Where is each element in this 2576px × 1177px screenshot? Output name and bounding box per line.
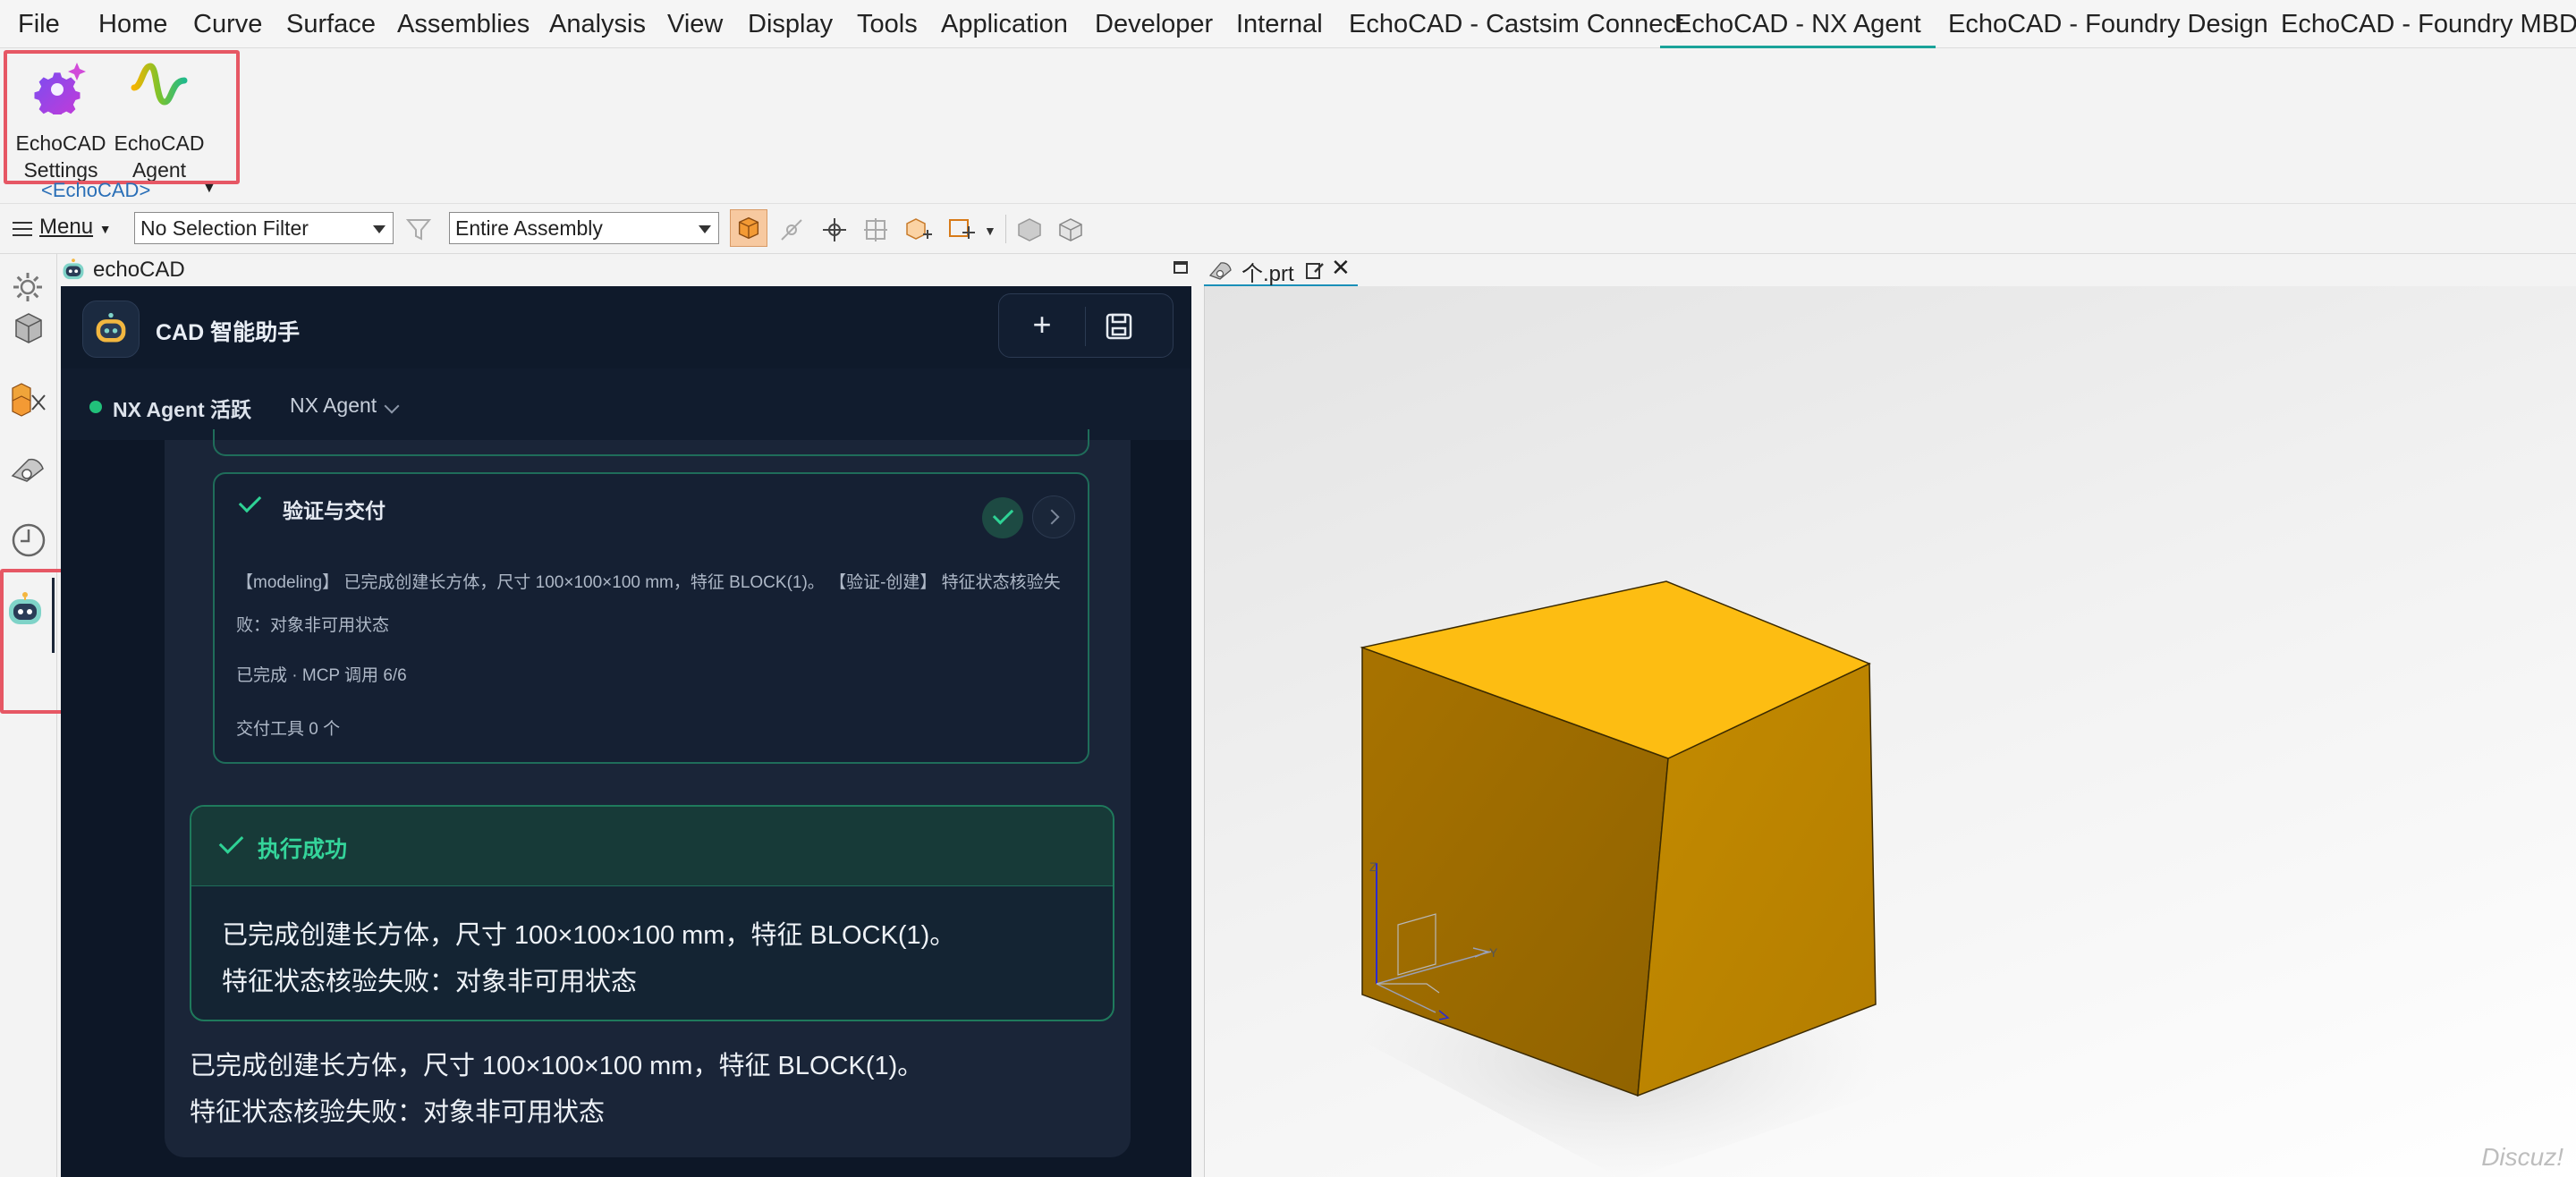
- menu-assemblies[interactable]: Assemblies: [397, 0, 530, 48]
- menu-surface[interactable]: Surface: [286, 0, 376, 48]
- toolbar-divider: [1005, 215, 1006, 243]
- menu-label: Menu: [39, 215, 94, 239]
- robot-icon: [96, 312, 126, 343]
- snap-crosshair-icon[interactable]: [819, 215, 850, 245]
- chat-title: CAD 智能助手: [156, 320, 301, 345]
- reply-line2: 特征状态核验失败：对象非可用状态: [190, 1098, 606, 1127]
- chat-panel: CAD 智能助手 + NX Agent 活跃 NX Agent 验证与交付 【m…: [61, 286, 1191, 1177]
- select-bodies-toggle[interactable]: [730, 209, 767, 247]
- header-actions: +: [998, 293, 1174, 358]
- menu-tools[interactable]: Tools: [857, 0, 918, 48]
- plus-icon: +: [1032, 306, 1052, 343]
- wireframe-view-icon[interactable]: [1055, 215, 1086, 245]
- success-line1: 已完成创建长方体，尺寸 100×100×100 mm，特征 BLOCK(1)。: [222, 921, 956, 950]
- ribbon-highlight-box: [4, 50, 240, 184]
- status-badge: NX Agent 活跃: [113, 398, 252, 421]
- axis-z-label: Z: [1369, 859, 1377, 874]
- check-icon: [238, 489, 262, 513]
- close-icon[interactable]: ✕: [1331, 254, 1351, 282]
- history-clock-icon[interactable]: [7, 519, 50, 562]
- menu-bar: File Home Curve Surface Assemblies Analy…: [0, 0, 2576, 48]
- axis-y-label: Y: [1489, 945, 1498, 960]
- hamburger-icon[interactable]: [13, 222, 32, 236]
- maximize-icon[interactable]: [1174, 261, 1188, 274]
- resource-bar: [0, 254, 98, 1177]
- verify-detail-line2: 败：对象非可用状态: [236, 616, 390, 635]
- snap-midpoint-icon[interactable]: [860, 215, 891, 245]
- verify-progress: 已完成 · MCP 调用 6/6: [236, 666, 407, 685]
- verify-detail-line1: 【modeling】 已完成创建长方体，尺寸 100×100×100 mm，特征…: [236, 573, 1061, 592]
- panel-header: echoCAD: [57, 254, 1193, 286]
- gear-icon[interactable]: [11, 270, 45, 304]
- success-header: 执行成功: [191, 807, 1113, 886]
- snap-point-icon[interactable]: [776, 215, 807, 245]
- menu-display[interactable]: Display: [748, 0, 833, 48]
- save-icon[interactable]: [1099, 307, 1139, 346]
- step-done-check-icon: [982, 497, 1023, 538]
- menu-foundry-design[interactable]: EchoCAD - Foundry Design: [1948, 0, 2268, 48]
- edit-icon[interactable]: [1304, 259, 1326, 281]
- panel-title: echoCAD: [93, 258, 185, 282]
- tab-part-name: 个.prt: [1241, 262, 1294, 286]
- previous-step-card: [213, 429, 1089, 456]
- new-chat-button[interactable]: +: [1022, 307, 1062, 346]
- menu-file[interactable]: File: [18, 0, 60, 48]
- reuse-library-icon[interactable]: [7, 447, 50, 490]
- verify-step-card: 验证与交付 【modeling】 已完成创建长方体，尺寸 100×100×100…: [213, 472, 1089, 764]
- verify-step-title: 验证与交付: [283, 499, 386, 522]
- header-divider: [1085, 307, 1086, 346]
- tab-part-file[interactable]: 个.prt ✕: [1204, 254, 1358, 287]
- selection-toolbar: Menu ▼ No Selection Filter Entire Assemb…: [0, 204, 2576, 254]
- selection-filter-value: No Selection Filter: [140, 216, 309, 240]
- graphics-tab-bar: 个.prt ✕: [1204, 254, 2576, 287]
- assembly-navigator-icon[interactable]: [7, 376, 50, 419]
- menu-view[interactable]: View: [667, 0, 723, 48]
- menu-application[interactable]: Application: [941, 0, 1068, 48]
- menu-button[interactable]: Menu ▼: [39, 215, 112, 240]
- group-caret-icon[interactable]: ▼: [202, 181, 216, 197]
- menu-internal[interactable]: Internal: [1236, 0, 1323, 48]
- chevron-down-icon[interactable]: [384, 398, 400, 414]
- watermark: Discuz!: [2481, 1143, 2563, 1171]
- chat-header: CAD 智能助手 +: [61, 286, 1191, 369]
- chevron-down-icon: [699, 225, 711, 233]
- verify-tools-count: 交付工具 0 个: [236, 720, 341, 739]
- success-title: 执行成功: [258, 837, 348, 862]
- menu-analysis[interactable]: Analysis: [549, 0, 646, 48]
- graphics-viewport[interactable]: Y Z Discuz!: [1204, 286, 2576, 1177]
- scope-value: Entire Assembly: [455, 216, 603, 240]
- cube-model[interactable]: Y Z: [1205, 286, 2576, 1177]
- chevron-down-icon: [373, 225, 386, 233]
- ribbon: EchoCAD Settings EchoCAD Agent <EchoCAD>…: [0, 48, 2576, 204]
- echocad-bot-icon: [63, 258, 84, 280]
- select-box-caret-icon[interactable]: ▼: [984, 224, 996, 238]
- menu-nx-agent[interactable]: EchoCAD - NX Agent: [1660, 0, 1936, 48]
- part-navigator-icon[interactable]: [7, 306, 50, 349]
- selection-filter-select[interactable]: No Selection Filter: [134, 212, 394, 244]
- menu-foundry-mbd[interactable]: EchoCAD - Foundry MBD: [2281, 0, 2576, 48]
- ribbon-group-label[interactable]: <EchoCAD>: [41, 179, 150, 202]
- select-box-icon[interactable]: [946, 215, 977, 245]
- add-component-icon[interactable]: [903, 215, 934, 245]
- menu-home[interactable]: Home: [98, 0, 167, 48]
- shaded-view-icon[interactable]: [1014, 215, 1045, 245]
- status-dot-icon: [89, 401, 102, 413]
- reply-line1: 已完成创建长方体，尺寸 100×100×100 mm，特征 BLOCK(1)。: [190, 1052, 924, 1080]
- scope-select[interactable]: Entire Assembly: [449, 212, 719, 244]
- success-line2: 特征状态核验失败：对象非可用状态: [222, 968, 638, 996]
- filter-funnel-icon[interactable]: [404, 215, 435, 245]
- menu-castsim-connect[interactable]: EchoCAD - Castsim Connect: [1349, 0, 1683, 48]
- menu-curve[interactable]: Curve: [193, 0, 262, 48]
- menu-developer[interactable]: Developer: [1095, 0, 1213, 48]
- cube-select-icon: [738, 216, 759, 240]
- avatar: [82, 301, 140, 358]
- agent-select[interactable]: NX Agent: [290, 394, 377, 418]
- part-file-icon: [1208, 262, 1232, 280]
- check-icon: [218, 829, 244, 854]
- expand-step-button[interactable]: [1032, 495, 1075, 538]
- success-card: 执行成功 已完成创建长方体，尺寸 100×100×100 mm，特征 BLOCK…: [190, 805, 1114, 1021]
